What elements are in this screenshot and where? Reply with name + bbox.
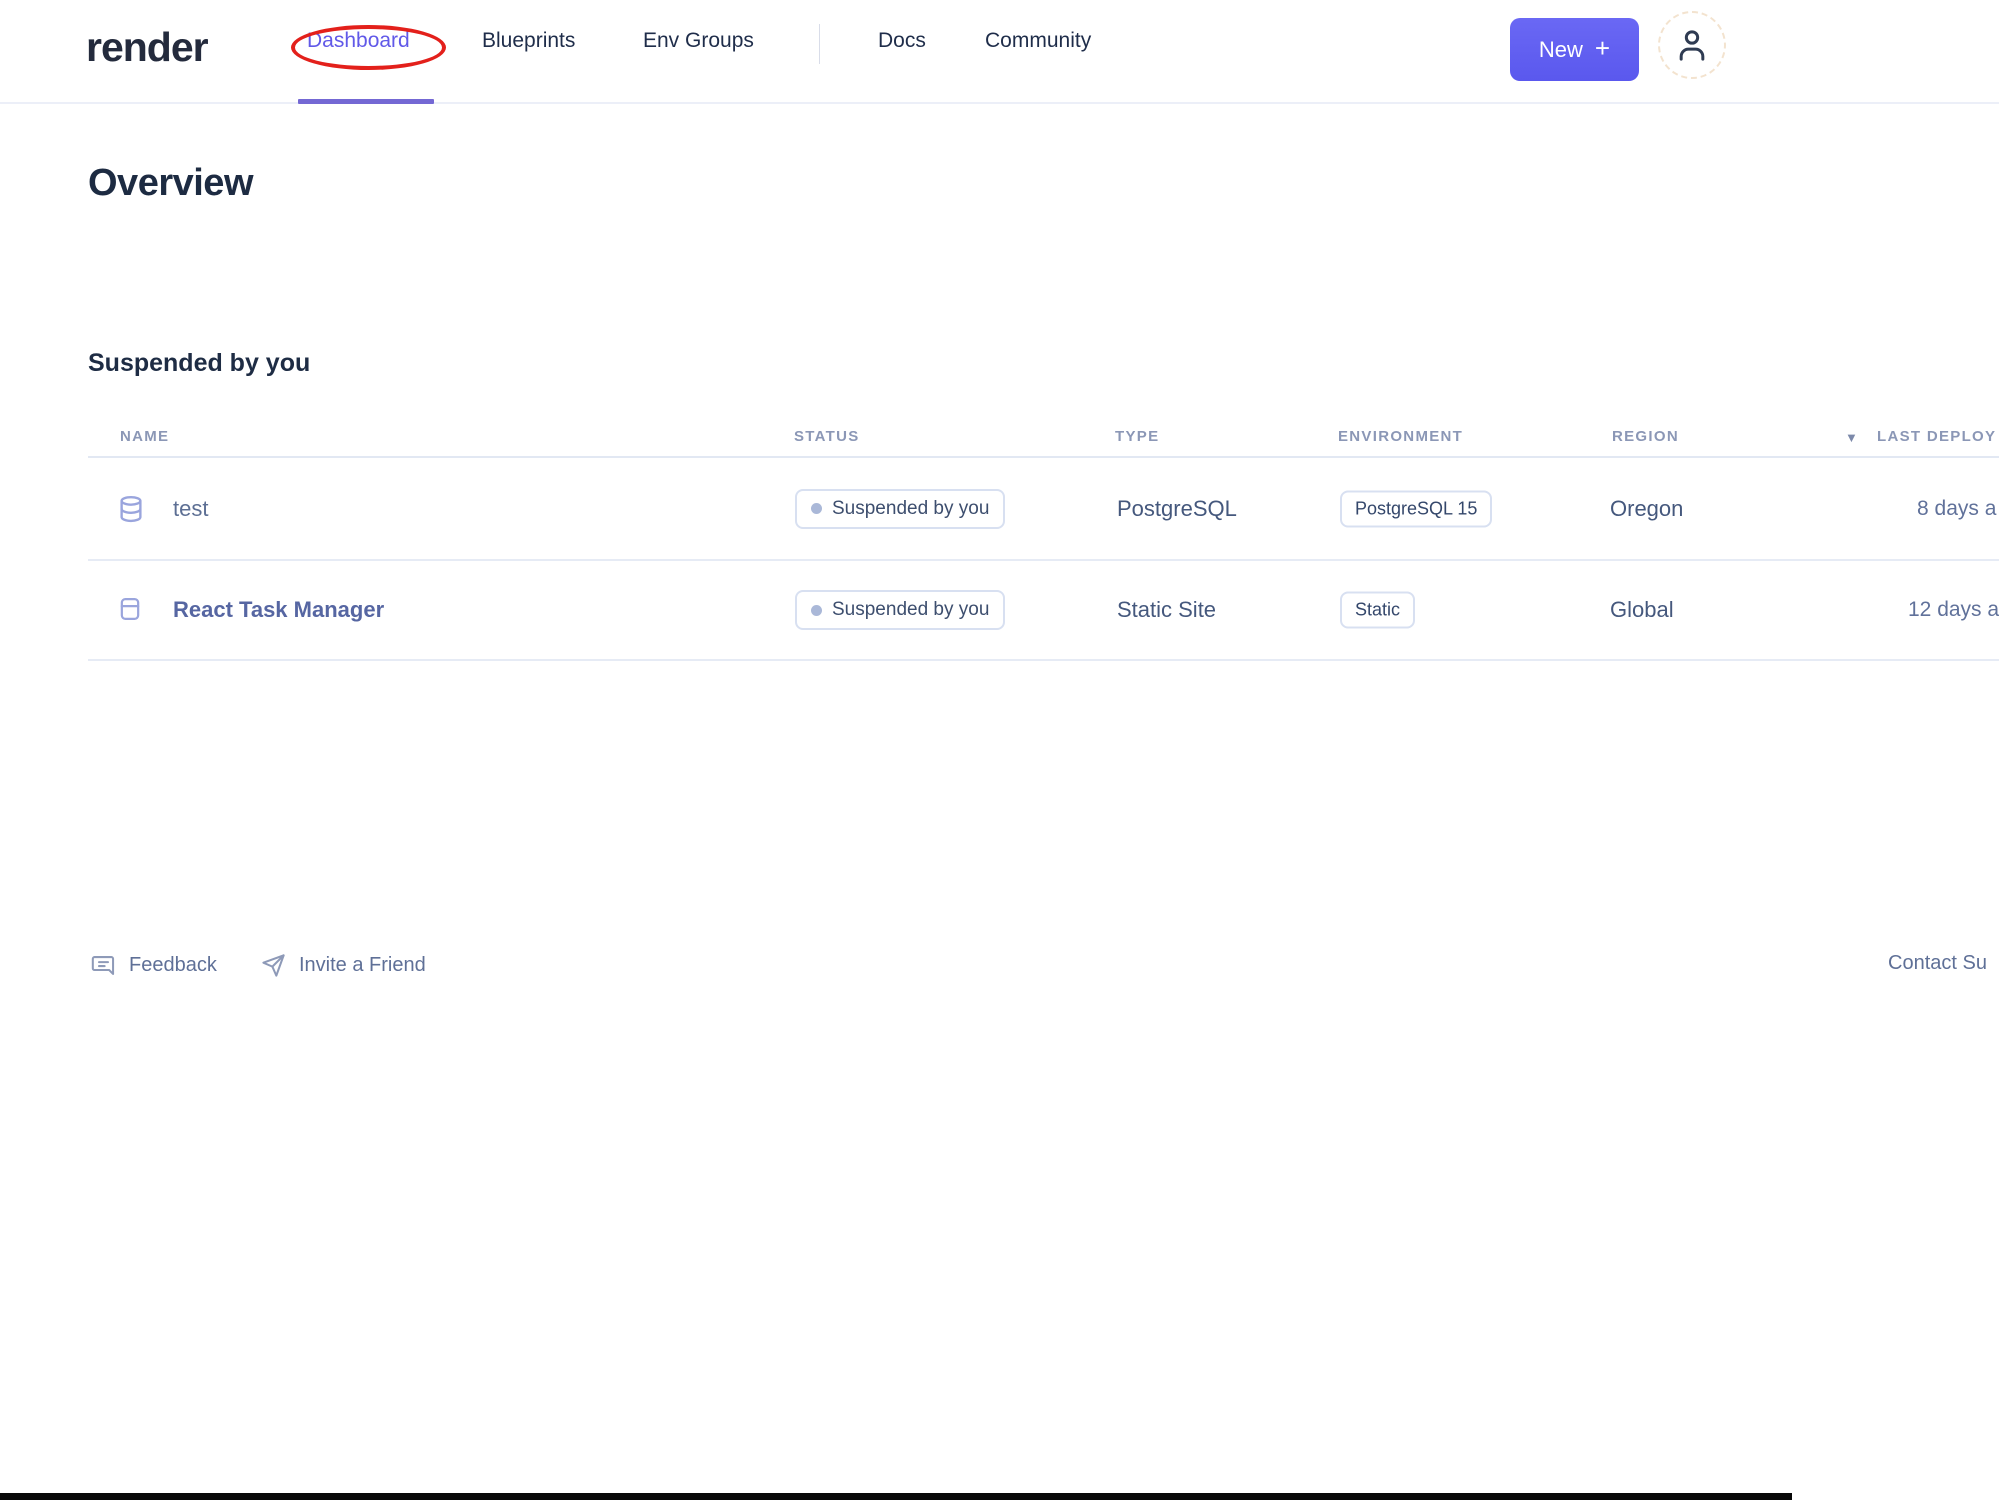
table-row-react-task-manager[interactable]: React Task Manager Suspended by you Stat… xyxy=(88,561,1999,661)
service-type: PostgreSQL xyxy=(1117,495,1237,521)
environment-badge-label: PostgreSQL 15 xyxy=(1340,490,1493,527)
status-badge: Suspended by you xyxy=(795,488,1006,529)
database-icon xyxy=(116,494,146,524)
table-header-row: NAME STATUS TYPE ENVIRONMENT REGION ▼ LA… xyxy=(88,420,1999,458)
nav-item-docs[interactable]: Docs xyxy=(878,29,926,53)
column-header-type[interactable]: TYPE xyxy=(1115,428,1159,445)
nav-item-env-groups[interactable]: Env Groups xyxy=(643,29,754,53)
nav-item-dashboard[interactable]: Dashboard xyxy=(307,29,410,53)
feedback-label: Feedback xyxy=(129,954,217,976)
new-button[interactable]: New + xyxy=(1510,18,1639,81)
contact-support-label: Contact Su xyxy=(1888,952,1987,974)
last-deploy-value: 8 days a xyxy=(1917,496,1997,520)
status-badge-label: Suspended by you xyxy=(832,497,990,519)
sort-descending-icon[interactable]: ▼ xyxy=(1845,430,1859,445)
environment-badge-label: Static xyxy=(1340,591,1416,629)
status-dot-icon xyxy=(811,604,822,616)
last-deploy-value: 12 days a xyxy=(1908,598,1999,621)
status-badge: Suspended by you xyxy=(795,590,1006,630)
new-button-label: New xyxy=(1538,36,1583,62)
section-heading-suspended: Suspended by you xyxy=(88,349,311,377)
service-region: Oregon xyxy=(1610,495,1684,521)
service-region: Global xyxy=(1610,597,1674,622)
top-navigation-bar: render Dashboard Blueprints Env Groups D… xyxy=(0,0,1999,104)
invite-a-friend-link[interactable]: Invite a Friend xyxy=(260,952,426,979)
active-tab-underline xyxy=(298,99,434,104)
nav-item-community[interactable]: Community xyxy=(985,29,1091,53)
status-badge-label: Suspended by you xyxy=(832,599,990,620)
column-header-last-deploy[interactable]: LAST DEPLOY xyxy=(1877,428,1996,445)
bottom-edge-bar xyxy=(0,1493,1792,1500)
render-dashboard-page: render Dashboard Blueprints Env Groups D… xyxy=(0,0,1999,1500)
user-menu-button[interactable] xyxy=(1658,11,1726,79)
column-header-name[interactable]: NAME xyxy=(120,428,169,445)
invite-label: Invite a Friend xyxy=(299,954,426,976)
render-logo[interactable]: render xyxy=(86,24,209,71)
static-site-icon xyxy=(116,595,146,625)
column-header-environment[interactable]: ENVIRONMENT xyxy=(1338,428,1463,445)
status-dot-icon xyxy=(811,503,822,514)
service-type: Static Site xyxy=(1117,597,1217,622)
services-table: NAME STATUS TYPE ENVIRONMENT REGION ▼ LA… xyxy=(88,420,1999,664)
environment-badge: Static xyxy=(1340,591,1416,629)
feedback-bubble-icon xyxy=(90,952,117,979)
column-header-region[interactable]: REGION xyxy=(1612,428,1679,445)
service-name[interactable]: test xyxy=(173,496,208,522)
column-header-status[interactable]: STATUS xyxy=(794,428,860,445)
nav-divider xyxy=(819,24,820,64)
service-name[interactable]: React Task Manager xyxy=(173,597,384,623)
page-title: Overview xyxy=(88,162,254,204)
contact-support-link[interactable]: Contact Su xyxy=(1888,952,1987,975)
paper-plane-icon xyxy=(260,952,287,979)
table-row-test[interactable]: test Suspended by you PostgreSQL Postgre… xyxy=(88,458,1999,561)
plus-icon: + xyxy=(1594,33,1611,63)
nav-item-blueprints[interactable]: Blueprints xyxy=(482,29,575,53)
environment-badge: PostgreSQL 15 xyxy=(1340,490,1493,527)
person-icon xyxy=(1672,25,1712,65)
feedback-link[interactable]: Feedback xyxy=(90,952,217,979)
